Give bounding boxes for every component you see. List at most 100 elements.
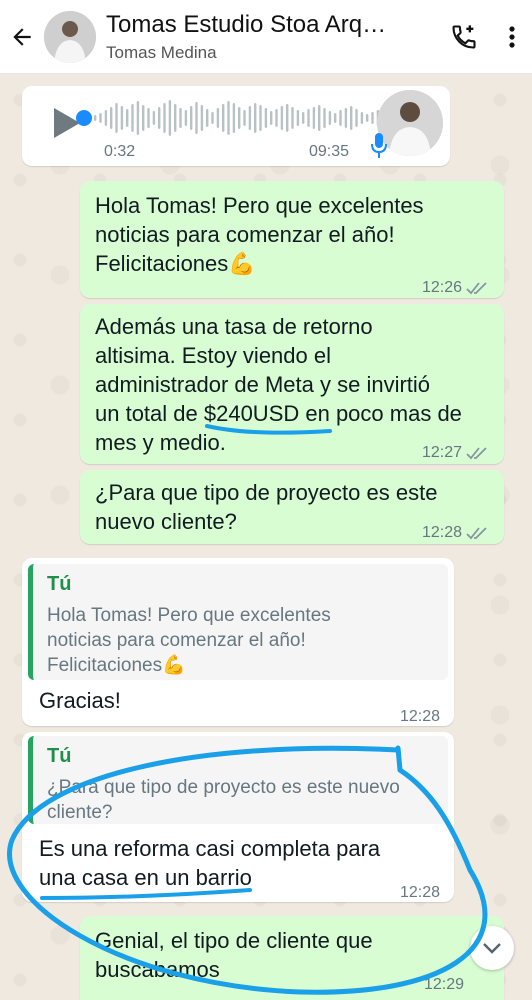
chat-header: Tomas Estudio Stoa Arq… Tomas Medina [0, 0, 532, 74]
message-text: Hola Tomas! Pero que excelentes noticias… [95, 193, 424, 276]
quote-author: Tú [47, 573, 72, 595]
waveform-bar [104, 110, 108, 126]
waveform-bar [323, 108, 326, 128]
message-text: Además una tasa de retorno altisima. Est… [95, 314, 462, 455]
waveform-bar [232, 103, 236, 133]
voice-current-time: 0:32 [104, 143, 136, 160]
message-meta: 12:28 [422, 518, 488, 547]
waveform-bar [147, 108, 150, 128]
contact-subtitle: Tomas Medina [106, 42, 217, 62]
waveform-bar [200, 105, 204, 131]
voice-times: 0:32 09:35 [104, 143, 354, 161]
chevron-down-icon [483, 943, 501, 954]
quote-author: Tú [47, 745, 72, 767]
waveform-bar [120, 106, 124, 130]
message-time: 12:28 [421, 524, 462, 541]
waveform-bar [350, 106, 353, 130]
waveform-bar [307, 109, 310, 127]
waveform-bar [344, 108, 348, 128]
double-check-icon [466, 281, 487, 294]
waveform-bar [355, 109, 358, 127]
message-time: 12:29 [423, 976, 464, 993]
message-bubble-outgoing[interactable]: Genial, el tipo de cliente que buscabamo… [80, 916, 504, 1000]
voice-progress-knob[interactable] [76, 110, 92, 126]
waveform-bar [142, 105, 145, 131]
message-meta: 12:28 [400, 878, 440, 907]
waveform-bar [99, 113, 102, 123]
message-bubble-outgoing[interactable]: ¿Para que tipo de proyecto es este nuevo… [80, 470, 504, 544]
contact-name: Tomas Estudio Stoa Arq… [106, 10, 387, 38]
waveform-bar [158, 107, 161, 129]
waveform-bar [254, 103, 257, 133]
waveform-bar [296, 110, 300, 126]
message-bubble-incoming[interactable]: Tú Hola Tomas! Pero que excelentes notic… [22, 558, 454, 726]
message-time: 12:28 [399, 708, 440, 725]
message-meta: 12:26 [422, 273, 488, 302]
message-time: 12:28 [399, 884, 440, 901]
waveform-bar [291, 107, 294, 129]
waveform-bar [371, 112, 374, 124]
message-bubble-outgoing[interactable]: Además una tasa de retorno altisima. Est… [80, 304, 504, 464]
waveform-bar [275, 109, 278, 127]
message-text: Es una reforma casi completa para una ca… [39, 836, 381, 890]
waveform-bar [152, 111, 156, 125]
waveform-bar [259, 105, 262, 131]
waveform-bar [131, 104, 134, 132]
more-vert-icon [509, 25, 515, 48]
waveform-bar [216, 108, 220, 128]
message-bubble-incoming[interactable]: Tú ¿Para que tipo de proyecto es este nu… [22, 732, 454, 902]
waveform-bar [366, 114, 369, 122]
voice-waveform[interactable] [94, 98, 382, 138]
message-text: Gracias! [39, 688, 121, 713]
more-options-button[interactable] [492, 0, 532, 74]
waveform-bar [168, 100, 172, 136]
quoted-message[interactable]: Tú ¿Para que tipo de proyecto es este nu… [28, 736, 448, 824]
waveform-bar [227, 101, 230, 135]
waveform-bar [280, 106, 284, 130]
waveform-bar [248, 106, 252, 130]
waveform-bar [328, 111, 332, 125]
waveform-bar [312, 107, 316, 129]
add-call-button[interactable] [436, 0, 492, 74]
waveform-bar [339, 110, 342, 126]
waveform-bar [286, 104, 289, 132]
add-call-icon [452, 24, 476, 49]
waveform-bar [110, 107, 113, 129]
waveform-bar [136, 101, 140, 135]
quoted-message[interactable]: Tú Hola Tomas! Pero que excelentes notic… [28, 564, 448, 680]
message-time: 12:27 [421, 444, 462, 461]
double-check-icon [466, 446, 487, 459]
waveform-bar [264, 108, 268, 128]
waveform-bar [195, 102, 198, 134]
message-meta: 12:29 [424, 970, 464, 999]
waveform-bar [174, 104, 177, 132]
waveform-bar [179, 108, 182, 128]
waveform-bar [115, 103, 118, 133]
waveform-bar [163, 103, 166, 133]
back-button[interactable] [0, 0, 44, 74]
quote-text: Hola Tomas! Pero que excelentes noticias… [47, 605, 331, 676]
quote-text: ¿Para que tipo de proyecto es este nuevo… [47, 777, 400, 823]
waveform-bar [360, 112, 364, 124]
contact-avatar[interactable] [44, 10, 96, 63]
back-arrow-icon [13, 27, 31, 46]
waveform-bar [206, 109, 209, 127]
waveform-bar [94, 115, 97, 121]
waveform-bar [334, 113, 337, 123]
waveform-bar [243, 110, 246, 126]
message-time: 12:26 [421, 279, 462, 296]
contact-info[interactable]: Tomas Estudio Stoa Arq… Tomas Medina [106, 11, 436, 63]
waveform-bar [318, 105, 321, 131]
waveform-bar [190, 106, 193, 130]
waveform-bar [270, 111, 273, 125]
scroll-to-bottom-button[interactable] [470, 926, 514, 970]
waveform-bar [302, 112, 305, 124]
waveform-bar [184, 110, 188, 126]
double-check-icon [466, 526, 487, 539]
waveform-bar [222, 104, 225, 132]
message-bubble-outgoing[interactable]: Hola Tomas! Pero que excelentes noticias… [80, 181, 504, 298]
voice-duration: 09:35 [309, 143, 350, 160]
waveform-bar [211, 112, 214, 124]
mic-icon [371, 133, 387, 158]
message-meta: 12:28 [400, 702, 440, 731]
